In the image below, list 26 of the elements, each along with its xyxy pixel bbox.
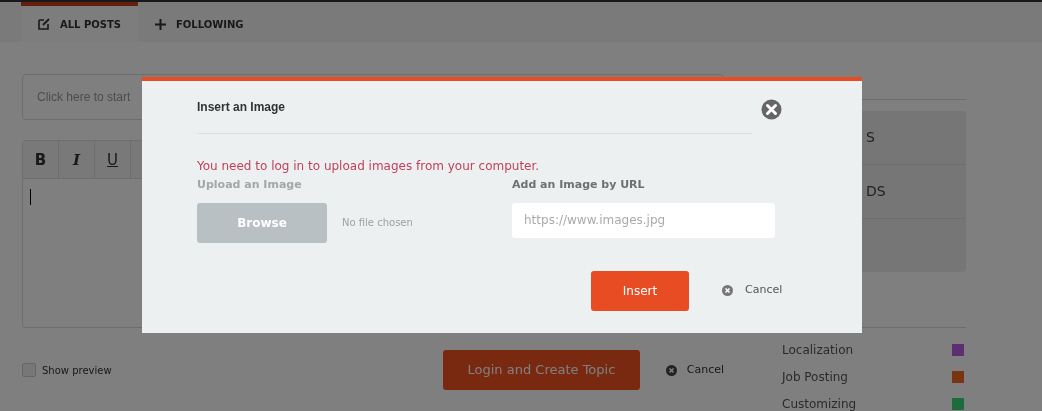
dialog-title: Insert an Image <box>197 99 286 116</box>
url-label: Add an Image by URL <box>512 177 646 193</box>
category-link[interactable]: Customizing <box>782 394 857 411</box>
sidebar-item[interactable]: S <box>866 127 875 148</box>
login-create-topic-button[interactable]: Login and Create Topic <box>443 350 640 390</box>
error-message: You need to log in to upload images from your computer. <box>197 158 541 175</box>
upload-label: Upload an Image <box>197 177 303 193</box>
close-icon <box>722 285 733 296</box>
cancel-button[interactable]: Cancel <box>722 282 783 299</box>
cancel-button[interactable]: Cancel <box>665 361 724 379</box>
italic-button[interactable]: I <box>59 141 95 179</box>
underline-button[interactable]: U <box>95 141 131 179</box>
url-field[interactable]: https://www.images.jpg <box>512 202 775 238</box>
tab[interactable]: FOLLOWING <box>138 2 261 42</box>
insert-button[interactable]: Insert <box>591 270 689 311</box>
show-preview-label: Show preview <box>42 363 112 378</box>
plus-icon <box>155 18 167 30</box>
close-icon[interactable] <box>761 99 782 120</box>
file-status: No file chosen <box>342 216 413 230</box>
category-link[interactable]: Job Posting <box>782 367 848 386</box>
checkbox[interactable] <box>22 363 36 377</box>
category-link[interactable]: Localization <box>782 340 854 359</box>
close-icon <box>665 364 677 376</box>
sidebar-item[interactable]: DS <box>866 181 886 202</box>
edit-icon <box>38 18 50 30</box>
bold-button[interactable]: B <box>23 141 59 179</box>
